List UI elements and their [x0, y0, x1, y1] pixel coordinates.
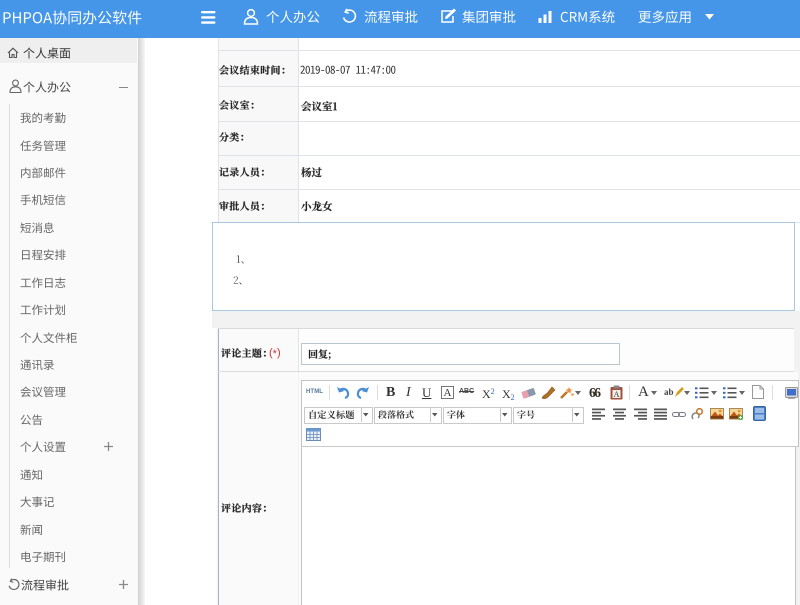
svg-text:A: A: [614, 390, 620, 399]
svg-text:A: A: [444, 387, 452, 399]
